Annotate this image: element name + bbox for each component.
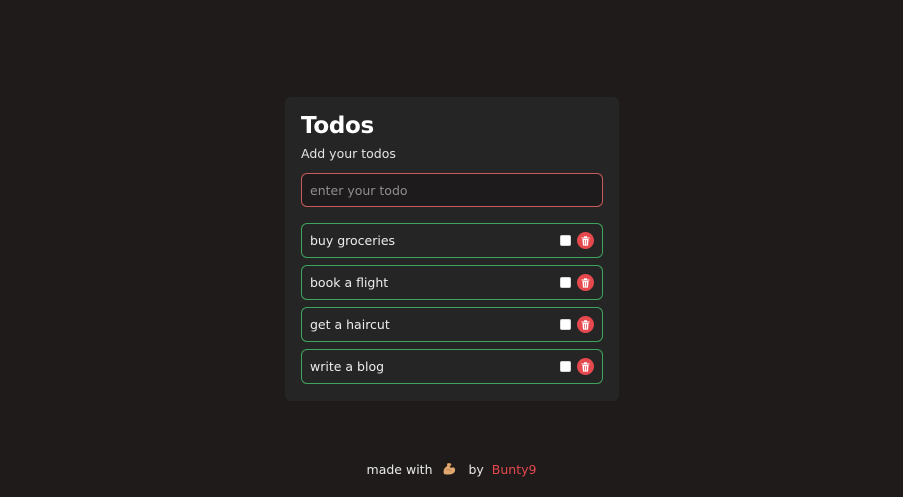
todo-checkbox[interactable] <box>560 319 571 330</box>
todo-checkbox[interactable] <box>560 277 571 288</box>
todo-input[interactable] <box>301 173 603 207</box>
trash-icon <box>581 277 590 288</box>
trash-icon <box>581 235 590 246</box>
footer-by: by <box>468 462 484 477</box>
page-subtitle: Add your todos <box>301 146 396 161</box>
todo-item: write a blog <box>301 349 603 384</box>
footer: made with by Bunty9 <box>0 462 903 479</box>
flexed-biceps-icon <box>442 462 456 479</box>
todo-item: book a flight <box>301 265 603 300</box>
todo-item: buy groceries <box>301 223 603 258</box>
trash-icon <box>581 361 590 372</box>
delete-button[interactable] <box>577 316 594 333</box>
todo-text: book a flight <box>310 275 389 290</box>
todo-text: write a blog <box>310 359 385 374</box>
todo-checkbox[interactable] <box>560 361 571 372</box>
todo-checkbox[interactable] <box>560 235 571 246</box>
author-link[interactable]: Bunty9 <box>492 462 537 477</box>
delete-button[interactable] <box>577 274 594 291</box>
delete-button[interactable] <box>577 358 594 375</box>
todo-text: get a haircut <box>310 317 390 332</box>
todo-list: buy groceries book a flight get a haircu… <box>301 223 603 391</box>
todo-text: buy groceries <box>310 233 396 248</box>
todo-item: get a haircut <box>301 307 603 342</box>
trash-icon <box>581 319 590 330</box>
footer-made-with: made with <box>366 462 433 477</box>
delete-button[interactable] <box>577 232 594 249</box>
page-title: Todos <box>301 113 374 139</box>
